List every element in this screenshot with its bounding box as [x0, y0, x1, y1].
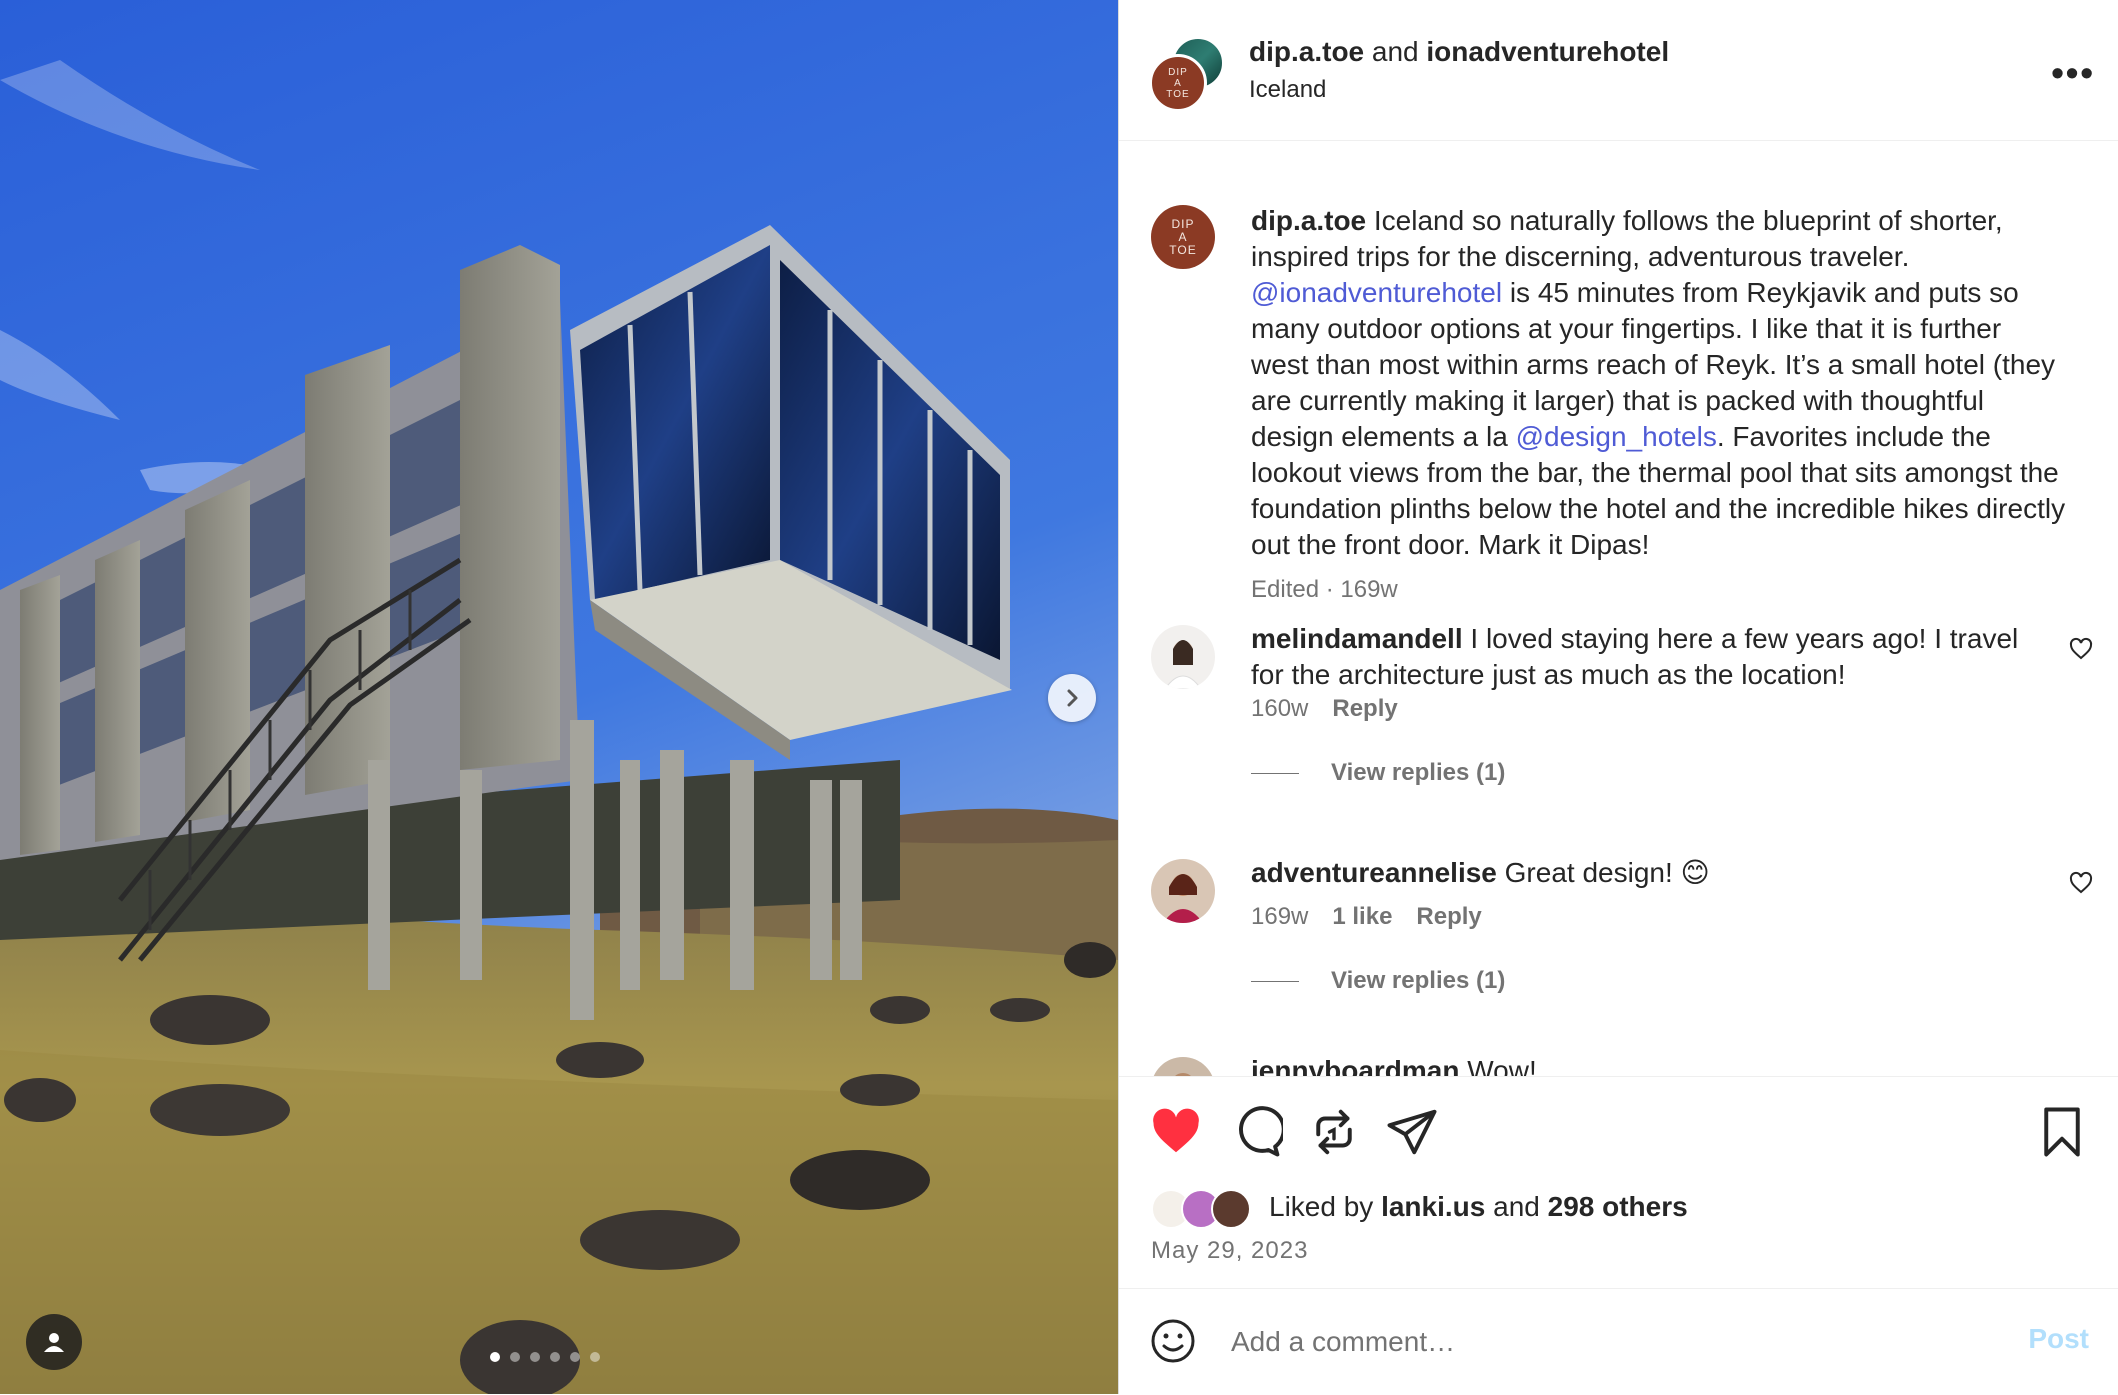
mention-link[interactable]: @design_hotels — [1516, 421, 1717, 452]
send-icon — [1387, 1109, 1437, 1155]
comment-body: Wow! — [1459, 1055, 1537, 1076]
comment-username[interactable]: jennyboardman — [1251, 1055, 1459, 1076]
comment-text: adventureannelise Great design! 😊 — [1251, 855, 2041, 891]
caption-meta: Edited · 169w — [1251, 576, 1398, 603]
carousel-indicator — [490, 1352, 600, 1362]
post-authors: dip.a.toe and ionadventurehotel — [1249, 36, 1669, 68]
heart-outline-icon — [2069, 871, 2093, 894]
mention-link[interactable]: @ionadventurehotel — [1251, 277, 1502, 308]
share-button[interactable] — [1385, 1105, 1439, 1164]
comment-body: Great design! 😊 — [1496, 857, 1710, 888]
post-media[interactable] — [0, 0, 1118, 1394]
reply-button[interactable]: Reply — [1416, 903, 1481, 931]
caption-text: dip.a.toe Iceland so naturally follows t… — [1251, 203, 2066, 563]
comment-age: 169w — [1251, 903, 1309, 930]
likes-summary: Liked by lanki.us and 298 others — [1151, 1187, 1688, 1229]
liked-by-prefix: Liked by — [1269, 1191, 1374, 1222]
avatar[interactable] — [1151, 859, 1215, 923]
avatar[interactable]: DIP A TOE — [1151, 205, 1215, 269]
carousel-dot — [530, 1352, 540, 1362]
post-comment-button[interactable]: Post — [2028, 1323, 2089, 1355]
avatar — [1211, 1189, 1251, 1229]
author-joiner: and — [1371, 36, 1419, 67]
heart-filled-icon — [1153, 1108, 1199, 1153]
avatar[interactable] — [1151, 1057, 1215, 1076]
post-details-panel: DIP A TOE dip.a.toe and ionadventurehotel … — [1118, 0, 2118, 1394]
comment-username[interactable]: melindamandell — [1251, 623, 1463, 654]
post-date[interactable]: May 29, 2023 — [1151, 1237, 1308, 1265]
avatar-image — [1151, 1057, 1215, 1076]
smiley-icon — [1151, 1319, 1195, 1363]
comment-like-button[interactable] — [2069, 637, 2093, 666]
view-replies-button[interactable]: View replies (1) — [1251, 759, 1505, 787]
carousel-dot — [490, 1352, 500, 1362]
comment-meta: 169w 1 like Reply — [1251, 903, 1482, 931]
tagged-users-button[interactable] — [26, 1314, 82, 1370]
avatar[interactable]: DIP A TOE — [1149, 54, 1207, 112]
post-dialog: DIP A TOE dip.a.toe and ionadventurehotel … — [0, 0, 2118, 1394]
author-username[interactable]: ionadventurehotel — [1426, 36, 1669, 67]
chevron-right-icon — [1067, 689, 1078, 707]
hotel-photo — [0, 0, 1118, 1394]
comment: jennyboardman Wow! — [1151, 1055, 2111, 1076]
like-button[interactable] — [1149, 1105, 1203, 1164]
bookmark-icon — [2044, 1107, 2080, 1157]
heart-outline-icon — [2069, 637, 2093, 660]
comment-age: 160w — [1251, 695, 1309, 722]
comment-text: melindamandell I loved staying here a fe… — [1251, 621, 2041, 693]
reply-button[interactable]: Reply — [1332, 695, 1397, 723]
more-horizontal-icon: ••• — [2051, 52, 2095, 93]
view-replies-button[interactable]: View replies (1) — [1251, 967, 1505, 995]
comment-button[interactable] — [1229, 1105, 1286, 1164]
user-icon — [44, 1333, 64, 1352]
liked-by-others[interactable]: 298 others — [1548, 1191, 1688, 1223]
carousel-dot — [510, 1352, 520, 1362]
next-slide-button[interactable] — [1048, 674, 1096, 722]
avatar-image — [1151, 859, 1215, 923]
action-bar — [1149, 1105, 2089, 1161]
divider — [1251, 772, 1299, 774]
comment-input[interactable] — [1229, 1319, 1993, 1365]
author-username[interactable]: dip.a.toe — [1249, 36, 1364, 67]
post-header: DIP A TOE dip.a.toe and ionadventurehotel … — [1119, 0, 2118, 141]
carousel-dot — [570, 1352, 580, 1362]
carousel-dot — [550, 1352, 560, 1362]
collab-avatars[interactable]: DIP A TOE — [1149, 36, 1225, 112]
liked-by-and: and — [1493, 1191, 1540, 1222]
repost-icon — [1316, 1109, 1352, 1155]
avatar-image — [1151, 625, 1215, 689]
repost-button[interactable] — [1307, 1105, 1361, 1164]
carousel-dot — [590, 1352, 600, 1362]
comment: adventureannelise Great design! 😊 169w 1… — [1151, 857, 2111, 1019]
post-actions: Liked by lanki.us and 298 others May 29,… — [1119, 1076, 2118, 1289]
comments-scroll[interactable]: DIP A TOE dip.a.toe Iceland so naturally f… — [1119, 141, 2118, 1076]
caption-username[interactable]: dip.a.toe — [1251, 205, 1366, 236]
view-replies-label: View replies (1) — [1331, 967, 1506, 994]
more-options-button[interactable]: ••• — [2051, 52, 2095, 94]
view-replies-label: View replies (1) — [1331, 759, 1506, 786]
comment-username[interactable]: adventureannelise — [1251, 857, 1497, 888]
comment-like-button[interactable] — [2069, 871, 2093, 900]
divider — [1251, 980, 1299, 982]
comment-text: jennyboardman Wow! — [1251, 1053, 2041, 1076]
comment: melindamandell I loved staying here a fe… — [1151, 623, 2111, 787]
emoji-button[interactable] — [1149, 1317, 1197, 1370]
liked-by-user[interactable]: lanki.us — [1381, 1191, 1485, 1223]
post-location[interactable]: Iceland — [1249, 76, 1326, 104]
save-button[interactable] — [2035, 1105, 2089, 1164]
avatar[interactable] — [1151, 625, 1215, 689]
comment-icon — [1239, 1106, 1286, 1157]
comment-meta: 160w Reply — [1251, 695, 1398, 723]
liker-avatars[interactable] — [1151, 1187, 1261, 1229]
comment-composer: Post — [1119, 1288, 2118, 1395]
comment-likes-count[interactable]: 1 like — [1332, 903, 1392, 931]
